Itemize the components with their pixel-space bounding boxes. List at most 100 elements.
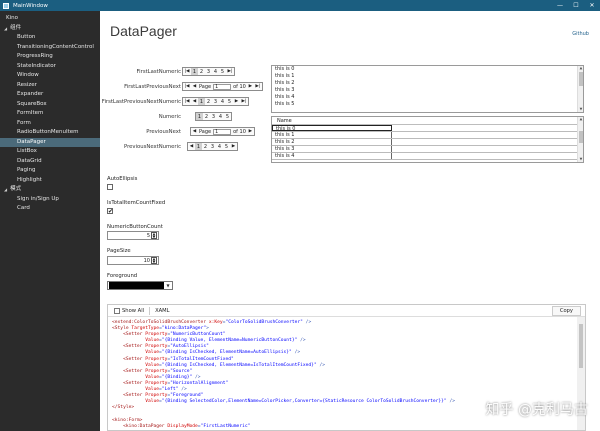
next-page-icon[interactable]: ▶ <box>230 143 237 150</box>
first-page-icon[interactable]: |◀ <box>183 68 191 75</box>
tab-xaml[interactable]: XAML <box>155 308 169 314</box>
scroll-down-icon[interactable]: ▼ <box>578 107 584 112</box>
last-page-icon[interactable]: ▶| <box>226 68 234 75</box>
table-row[interactable]: this is 1 <box>272 132 583 139</box>
scroll-thumb[interactable] <box>579 131 583 143</box>
page-number-button[interactable]: 4 <box>219 98 226 105</box>
pager-label: FirstLastPreviousNextNumeric <box>101 98 181 105</box>
sidebar-item-transitioningcontentcontrol[interactable]: TransitioningContentControl <box>0 43 100 53</box>
sidebar-group-components[interactable]: ◢ 组件 <box>0 24 100 34</box>
sidebar-item-datapager[interactable]: DataPager <box>0 137 100 147</box>
sidebar-item-highlight[interactable]: Highlight <box>0 176 100 186</box>
sidebar-item-listbox[interactable]: ListBox <box>0 147 100 157</box>
table-row[interactable]: this is 2 <box>272 139 583 146</box>
next-page-icon[interactable]: ▶ <box>247 128 254 135</box>
list-item[interactable]: this is 3 <box>272 87 583 94</box>
list-item[interactable]: this is 5 <box>272 101 583 108</box>
scroll-thumb[interactable] <box>579 324 583 368</box>
list-scrollbar[interactable]: ▲ ▼ <box>577 66 583 112</box>
spin-buttons-icon[interactable]: ▲ ▼ <box>151 257 157 264</box>
scroll-up-icon[interactable]: ▲ <box>578 66 584 71</box>
grid-scrollbar[interactable]: ▲ ▼ <box>577 117 583 162</box>
page-number-button[interactable]: 3 <box>209 143 216 150</box>
sidebar-item-progressring[interactable]: ProgressRing <box>0 52 100 62</box>
list-item[interactable]: this is 1 <box>272 73 583 80</box>
sidebar-item-squarebox[interactable]: SquareBox <box>0 100 100 110</box>
previous-page-icon[interactable]: ◀ <box>188 143 195 150</box>
sidebar-item-form[interactable]: Form <box>0 119 100 129</box>
page-number-button[interactable]: 2 <box>205 98 212 105</box>
minimize-button[interactable]: — <box>552 0 568 11</box>
page-number-button[interactable]: 1 <box>196 113 203 120</box>
next-page-icon[interactable]: ▶ <box>233 98 240 105</box>
table-cell: this is 4 <box>272 153 392 159</box>
previous-page-icon[interactable]: ◀ <box>191 98 198 105</box>
sidebar-item-signin-signup[interactable]: Sign in/Sign Up <box>0 195 100 205</box>
table-row[interactable]: this is 4 <box>272 153 583 160</box>
list-item[interactable]: this is 0 <box>272 66 583 73</box>
github-link[interactable]: Github <box>572 31 589 37</box>
close-button[interactable]: ✕ <box>584 0 600 11</box>
sidebar-item-paging[interactable]: Paging <box>0 166 100 176</box>
page-number-button[interactable]: 1 <box>195 143 202 150</box>
list-box[interactable]: this is 0 this is 1 this is 2 this is 3 … <box>271 65 584 113</box>
sidebar-item-expander[interactable]: Expander <box>0 90 100 100</box>
sidebar-group-patterns[interactable]: ◢ 模式 <box>0 185 100 195</box>
page-number-button[interactable]: 2 <box>202 143 209 150</box>
maximize-button[interactable]: ☐ <box>568 0 584 11</box>
sidebar-item-window[interactable]: Window <box>0 71 100 81</box>
table-row[interactable]: this is 0 <box>272 125 583 132</box>
page-input[interactable]: 1 <box>213 128 232 135</box>
list-item[interactable]: this is 4 <box>272 94 583 101</box>
next-page-icon[interactable]: ▶ <box>247 83 254 90</box>
list-item[interactable]: this is 2 <box>272 80 583 87</box>
pagesize-stepper[interactable]: 10 ▲ ▼ <box>107 256 159 265</box>
sidebar-item-radiobuttonmenuitem[interactable]: RadioButtonMenuItem <box>0 128 100 138</box>
table-cell: this is 0 <box>272 125 392 132</box>
page-number-button[interactable]: 3 <box>210 113 217 120</box>
sidebar-item-resizer[interactable]: Resizer <box>0 81 100 91</box>
window-title: MainWindow <box>13 2 48 9</box>
data-pager: |◀ ◀ 1 2 3 4 5 ▶ ▶| <box>182 97 249 106</box>
first-page-icon[interactable]: |◀ <box>183 98 191 105</box>
page-input[interactable]: 1 <box>213 83 232 90</box>
show-all-checkbox[interactable] <box>114 307 120 314</box>
copy-button[interactable]: Copy <box>551 305 581 316</box>
page-number-button[interactable]: 5 <box>226 98 233 105</box>
data-grid[interactable]: Name this is 0 this is 1 this is 2 this … <box>271 116 584 163</box>
page-number-button[interactable]: 3 <box>212 98 219 105</box>
scroll-thumb[interactable] <box>579 72 583 86</box>
numericbuttoncount-stepper[interactable]: 5 ▲ ▼ <box>107 231 159 240</box>
page-number-button[interactable]: 4 <box>217 113 224 120</box>
last-page-icon[interactable]: ▶| <box>254 83 262 90</box>
spin-buttons-icon[interactable]: ▲ ▼ <box>151 232 157 239</box>
page-number-button[interactable]: 2 <box>203 113 210 120</box>
previous-page-icon[interactable]: ◀ <box>191 83 198 90</box>
last-page-icon[interactable]: ▶| <box>240 98 248 105</box>
column-header-name[interactable]: Name <box>272 117 583 125</box>
page-number-button[interactable]: 3 <box>205 68 212 75</box>
scroll-down-icon[interactable]: ▼ <box>578 157 584 162</box>
page-number-button[interactable]: 2 <box>198 68 205 75</box>
page-number-button[interactable]: 1 <box>197 98 205 105</box>
first-page-icon[interactable]: |◀ <box>183 83 191 90</box>
page-number-button[interactable]: 5 <box>224 113 231 120</box>
sidebar-item-formitem[interactable]: FormItem <box>0 109 100 119</box>
totalitemcountfixed-checkbox[interactable]: ✔ <box>107 208 113 215</box>
foreground-color-picker[interactable]: ▼ <box>107 281 173 290</box>
page-number-button[interactable]: 4 <box>212 68 219 75</box>
chevron-down-icon[interactable]: ▼ <box>164 282 172 290</box>
sidebar-item-kino[interactable]: Kino <box>0 14 100 24</box>
sidebar-item-stateindicator[interactable]: StateIndicator <box>0 62 100 72</box>
autoellipsis-checkbox[interactable] <box>107 184 113 190</box>
sidebar-item-card[interactable]: Card <box>0 204 100 214</box>
sidebar-item-button[interactable]: Button <box>0 33 100 43</box>
previous-page-icon[interactable]: ◀ <box>191 128 198 135</box>
page-number-button[interactable]: 5 <box>223 143 230 150</box>
page-number-button[interactable]: 5 <box>219 68 226 75</box>
page-number-button[interactable]: 1 <box>190 68 198 75</box>
table-row[interactable]: this is 3 <box>272 146 583 153</box>
sidebar-item-datagrid[interactable]: DataGrid <box>0 157 100 167</box>
scroll-up-icon[interactable]: ▲ <box>578 117 584 122</box>
page-number-button[interactable]: 4 <box>216 143 223 150</box>
